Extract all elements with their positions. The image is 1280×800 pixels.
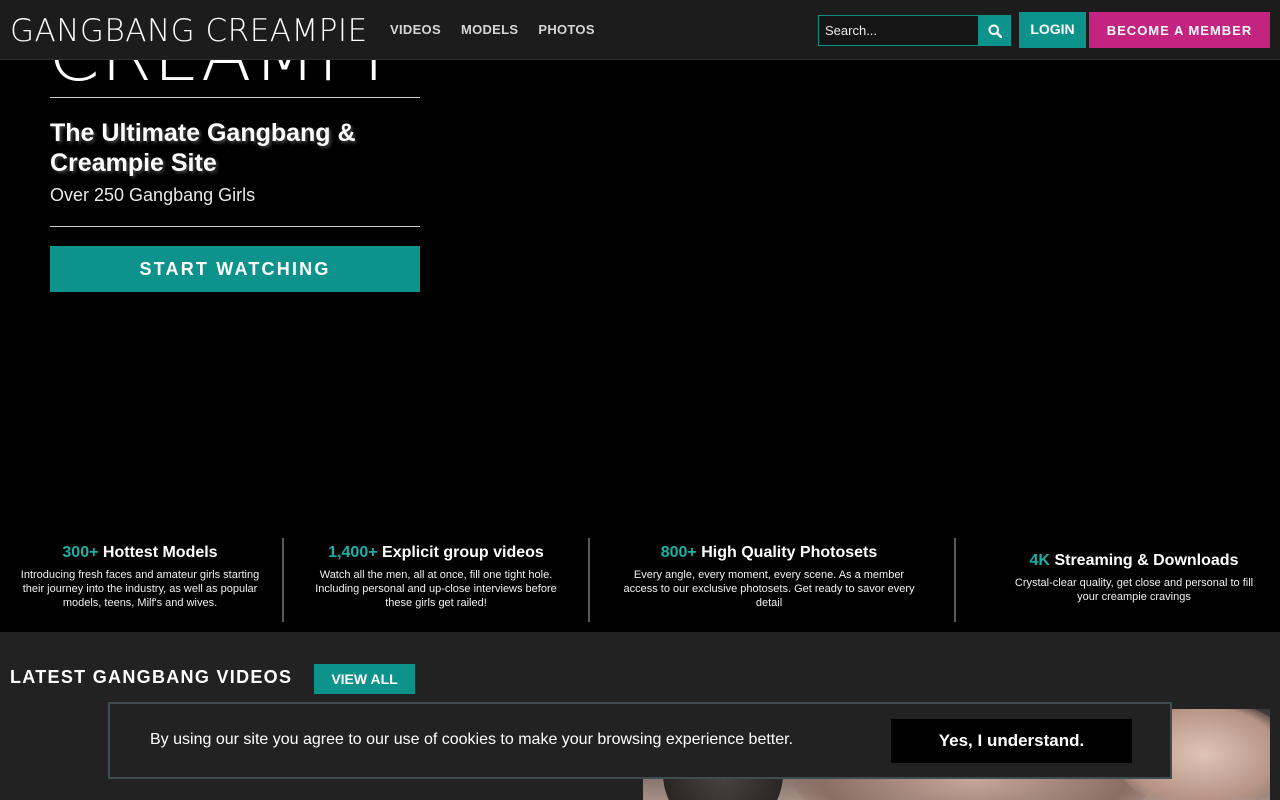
cookie-accept-button[interactable]: Yes, I understand. bbox=[891, 719, 1132, 763]
feature-streaming: 4K Streaming & Downloads Crystal-clear q… bbox=[1010, 552, 1258, 604]
hero-divider-bottom bbox=[50, 226, 420, 227]
feature-description: Introducing fresh faces and amateur girl… bbox=[20, 569, 260, 609]
feature-description: Watch all the men, all at once, fill one… bbox=[315, 569, 557, 609]
feature-label: Explicit group videos bbox=[382, 544, 544, 561]
hero-headline: The Ultimate Gangbang & Creampie Site bbox=[50, 119, 356, 177]
become-member-button[interactable]: BECOME A MEMBER bbox=[1089, 12, 1270, 48]
feature-models: 300+ Hottest Models Introducing fresh fa… bbox=[10, 544, 270, 610]
feature-count: 4K bbox=[1029, 552, 1050, 569]
hero-subheadline: Over 250 Gangbang Girls bbox=[50, 185, 256, 205]
nav-link-photos[interactable]: PHOTOS bbox=[538, 22, 594, 37]
nav-link-models[interactable]: MODELS bbox=[461, 22, 518, 37]
feature-description: Crystal-clear quality, get close and per… bbox=[1014, 577, 1254, 603]
feature-title: 300+ Hottest Models bbox=[10, 544, 270, 562]
cookie-banner: By using our site you agree to our use o… bbox=[108, 702, 1172, 779]
feature-count: 800+ bbox=[660, 544, 697, 561]
login-button[interactable]: LOGIN bbox=[1019, 12, 1086, 48]
feature-title: 1,400+ Explicit group videos bbox=[305, 544, 567, 562]
start-watching-button[interactable]: START WATCHING bbox=[50, 246, 420, 292]
site-logo[interactable]: GANGBANG CREAMPIE bbox=[10, 13, 368, 49]
feature-count: 1,400+ bbox=[328, 544, 378, 561]
feature-title: 4K Streaming & Downloads bbox=[1010, 552, 1258, 570]
search-form bbox=[818, 15, 1011, 46]
feature-count: 300+ bbox=[62, 544, 99, 561]
feature-label: Streaming & Downloads bbox=[1054, 552, 1239, 569]
main-nav: VIDEOS MODELS PHOTOS bbox=[390, 22, 595, 37]
cookie-message: By using our site you agree to our use o… bbox=[150, 731, 794, 748]
feature-photosets: 800+ High Quality Photosets Every angle,… bbox=[620, 544, 918, 610]
feature-divider bbox=[282, 538, 284, 622]
feature-label: Hottest Models bbox=[102, 544, 218, 561]
features-strip: 300+ Hottest Models Introducing fresh fa… bbox=[0, 530, 1280, 632]
feature-divider bbox=[954, 538, 956, 622]
hero-divider-top bbox=[50, 97, 420, 98]
feature-divider bbox=[588, 538, 590, 622]
nav-link-videos[interactable]: VIDEOS bbox=[390, 22, 441, 37]
feature-label: High Quality Photosets bbox=[701, 544, 878, 561]
search-input[interactable] bbox=[818, 15, 979, 46]
feature-description: Every angle, every moment, every scene. … bbox=[623, 569, 915, 609]
site-header: GANGBANG CREAMPIE VIDEOS MODELS PHOTOS L… bbox=[0, 0, 1280, 60]
section-title: LATEST GANGBANG VIDEOS bbox=[10, 667, 293, 687]
view-all-button[interactable]: VIEW ALL bbox=[314, 664, 415, 694]
search-button[interactable] bbox=[979, 15, 1011, 46]
feature-title: 800+ High Quality Photosets bbox=[620, 544, 918, 562]
search-icon bbox=[988, 24, 1002, 38]
feature-videos: 1,400+ Explicit group videos Watch all t… bbox=[305, 544, 567, 610]
